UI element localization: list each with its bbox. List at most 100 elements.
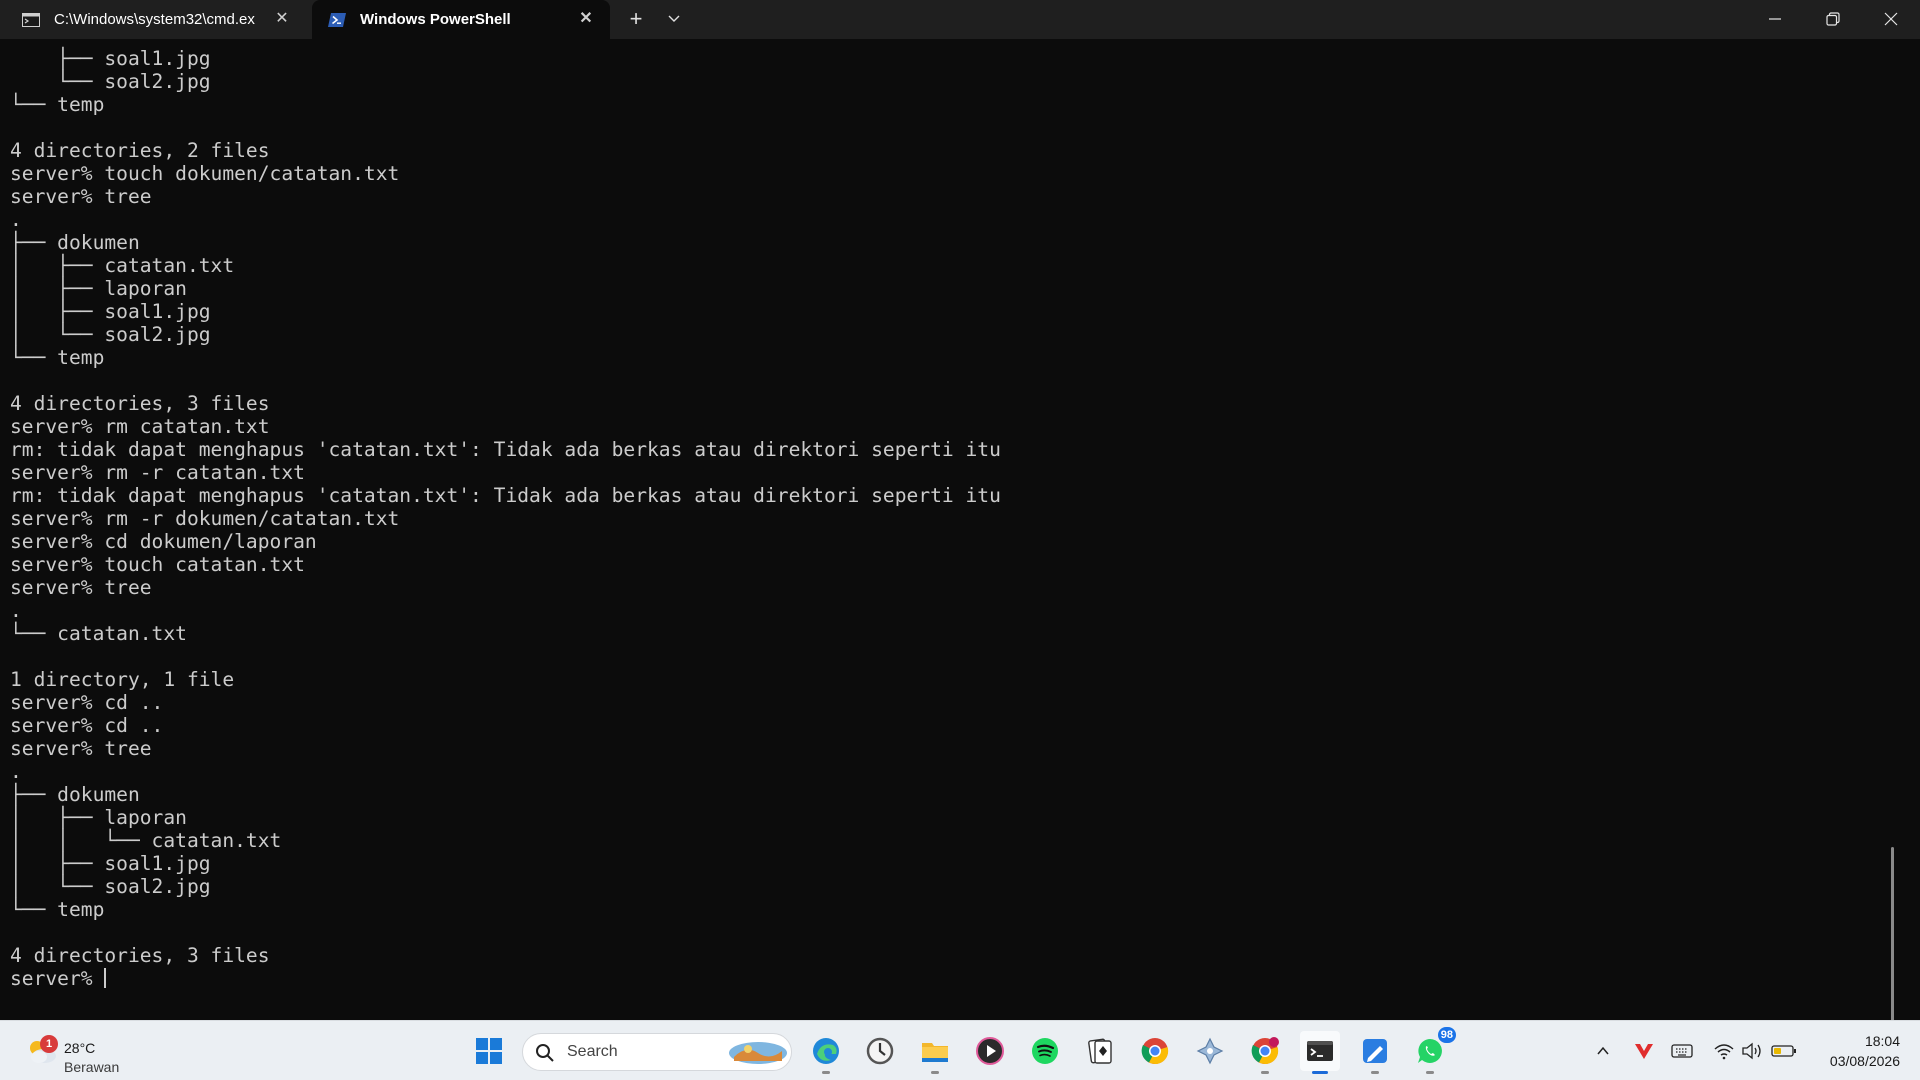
- start-icon: [476, 1038, 502, 1064]
- game-controller-icon: [1196, 1037, 1224, 1065]
- terminal-line: server% rm catatan.txt: [10, 415, 270, 438]
- running-indicator: [1426, 1071, 1434, 1074]
- taskbar-whatsapp[interactable]: 98: [1410, 1027, 1456, 1074]
- start-button[interactable]: [469, 1031, 509, 1071]
- tab-powershell[interactable]: Windows PowerShell ✕: [312, 0, 610, 39]
- terminal-line: server% tree: [10, 185, 152, 208]
- notification-badge: 98: [1437, 1027, 1456, 1043]
- taskbar-chrome-profile[interactable]: [1245, 1031, 1285, 1074]
- keyboard-icon: [1671, 1044, 1693, 1058]
- taskbar-chrome[interactable]: [1135, 1031, 1175, 1071]
- close-window-button[interactable]: [1862, 0, 1920, 39]
- terminal-line: server% rm -r dokumen/catatan.txt: [10, 507, 400, 530]
- terminal-line: rm: tidak dapat menghapus 'catatan.txt':…: [10, 484, 1001, 507]
- taskbar-file-explorer[interactable]: [915, 1031, 955, 1074]
- taskbar-clock-app[interactable]: [860, 1031, 900, 1071]
- terminal-line: .: [10, 599, 22, 622]
- whiteboard-icon: [1363, 1039, 1387, 1063]
- terminal-line: server% cd ..: [10, 714, 164, 737]
- taskbar-media-player[interactable]: [970, 1031, 1010, 1071]
- shield-v-icon: [1635, 1044, 1653, 1059]
- terminal-window: C:\Windows\system32\cmd.ex ✕ Windows Pow…: [0, 0, 1920, 1020]
- edge-icon: [813, 1038, 839, 1064]
- tray-keyboard[interactable]: [1668, 1031, 1696, 1071]
- taskbar-edge[interactable]: [806, 1031, 846, 1074]
- notification-badge: 1: [40, 1035, 58, 1053]
- tray-antivirus[interactable]: [1630, 1031, 1658, 1071]
- terminal-line: │ ├── soal1.jpg: [10, 300, 211, 323]
- terminal-line: │ │ └── catatan.txt: [10, 829, 282, 852]
- taskbar-game-controller[interactable]: [1190, 1031, 1230, 1071]
- terminal-line: 4 directories, 3 files: [10, 392, 270, 415]
- terminal-line: │ └── soal2.jpg: [10, 875, 211, 898]
- terminal-line: server% tree: [10, 576, 152, 599]
- terminal-line: server% cd ..: [10, 691, 164, 714]
- weather-temperature: 28°C: [64, 1040, 96, 1056]
- terminal-line: server% rm -r catatan.txt: [10, 461, 305, 484]
- terminal-line: │ ├── soal1.jpg: [10, 852, 211, 875]
- tray-wifi[interactable]: [1710, 1031, 1738, 1071]
- terminal-output[interactable]: ├── soal1.jpg └── soal2.jpg └── temp 4 dir…: [0, 39, 1900, 1020]
- restore-icon: [1826, 12, 1840, 26]
- text-cursor: [104, 968, 107, 988]
- terminal-line: │ ├── laporan: [10, 277, 187, 300]
- new-tab-button[interactable]: +: [622, 6, 650, 32]
- clock-app-icon: [866, 1037, 894, 1065]
- terminal-line: └── soal2.jpg: [10, 70, 211, 93]
- cmd-icon: [22, 12, 40, 27]
- search-box[interactable]: Search: [522, 1033, 792, 1071]
- taskbar: 1 28°C Berawan Search 98 18:04 03/08/202…: [0, 1020, 1920, 1080]
- terminal-line: 1 directory, 1 file: [10, 668, 235, 691]
- tab-label: Windows PowerShell: [360, 11, 511, 28]
- terminal-line: .: [10, 760, 22, 783]
- terminal-line: │ ├── laporan: [10, 806, 187, 829]
- volume-icon: [1742, 1042, 1761, 1060]
- clock-time: 18:04: [1864, 1033, 1900, 1049]
- weather-widget[interactable]: 1 28°C Berawan: [20, 1029, 130, 1075]
- terminal-line: └── temp: [10, 346, 105, 369]
- taskbar-spotify[interactable]: [1025, 1031, 1065, 1071]
- tab-cmd[interactable]: C:\Windows\system32\cmd.ex ✕: [6, 0, 306, 39]
- system-clock[interactable]: 18:04 03/08/2026: [1800, 1031, 1900, 1071]
- terminal-line: │ ├── catatan.txt: [10, 254, 235, 277]
- solitaire-icon: [1088, 1038, 1112, 1064]
- tray-volume[interactable]: [1738, 1031, 1766, 1071]
- battery-icon: [1771, 1045, 1796, 1057]
- terminal-line: server% cd dokumen/laporan: [10, 530, 317, 553]
- scrollbar[interactable]: [1891, 847, 1894, 1020]
- terminal-line: rm: tidak dapat menghapus 'catatan.txt':…: [10, 438, 1001, 461]
- chevron-up-icon: [1597, 1046, 1609, 1055]
- search-icon: [536, 1044, 554, 1062]
- tray-battery[interactable]: [1770, 1031, 1798, 1071]
- restore-button[interactable]: [1804, 0, 1862, 39]
- tab-dropdown-button[interactable]: [660, 6, 688, 32]
- minimize-button[interactable]: [1746, 0, 1804, 39]
- weather-description: Berawan: [64, 1059, 120, 1075]
- powershell-icon: [328, 12, 346, 27]
- terminal-line: 4 directories, 2 files: [10, 139, 270, 162]
- running-indicator: [1371, 1071, 1379, 1074]
- chrome-profile-icon: [1251, 1037, 1279, 1065]
- running-indicator: [1261, 1071, 1269, 1074]
- terminal-line: .: [10, 208, 22, 231]
- terminal-line: server% touch catatan.txt: [10, 553, 305, 576]
- clock-date: 03/08/2026: [1829, 1053, 1900, 1069]
- taskbar-solitaire[interactable]: [1080, 1031, 1120, 1071]
- tab-label: C:\Windows\system32\cmd.ex: [54, 11, 255, 28]
- show-hidden-icons-button[interactable]: [1590, 1031, 1616, 1071]
- terminal-line: ├── soal1.jpg: [10, 47, 211, 70]
- terminal-line: │ └── soal2.jpg: [10, 323, 211, 346]
- terminal-line: server% touch dokumen/catatan.txt: [10, 162, 400, 185]
- terminal-line: server% tree: [10, 737, 152, 760]
- taskbar-whiteboard[interactable]: [1355, 1031, 1395, 1074]
- terminal-line: server%: [10, 967, 107, 990]
- tab-close-button[interactable]: ✕: [272, 9, 292, 29]
- terminal-line: ├── dokumen: [10, 783, 140, 806]
- spotify-icon: [1032, 1038, 1058, 1064]
- terminal-line: └── catatan.txt: [10, 622, 187, 645]
- tab-close-button[interactable]: ✕: [576, 9, 596, 29]
- taskbar-terminal[interactable]: [1300, 1031, 1340, 1074]
- terminal-line: ├── dokumen: [10, 231, 140, 254]
- title-bar: C:\Windows\system32\cmd.ex ✕ Windows Pow…: [0, 0, 1920, 39]
- running-indicator: [822, 1071, 830, 1074]
